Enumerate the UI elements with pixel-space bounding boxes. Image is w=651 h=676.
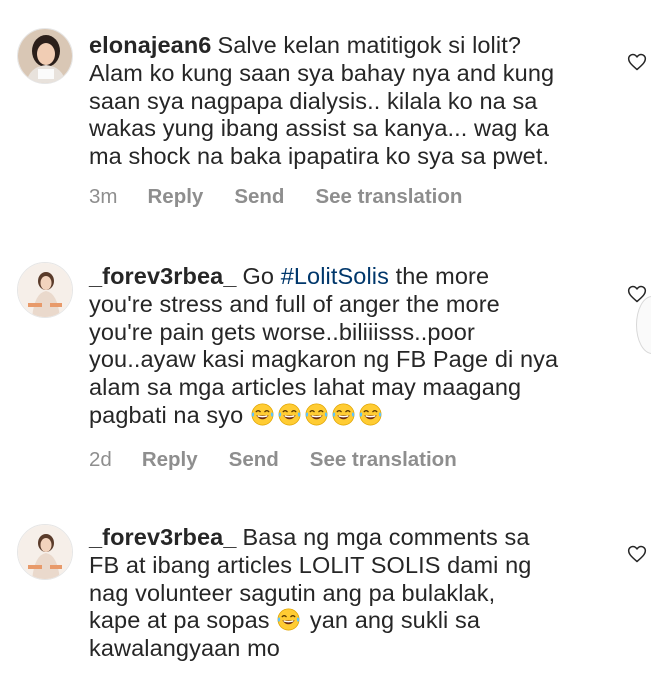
heart-outline-icon[interactable] bbox=[627, 544, 647, 564]
hashtag-link[interactable]: #LolitSolis bbox=[281, 263, 389, 289]
comment-line: kawalangyaan mo bbox=[89, 635, 280, 662]
comment-line: kape at pa sopas bbox=[89, 607, 270, 634]
avatar[interactable] bbox=[17, 262, 73, 318]
avatar[interactable] bbox=[17, 524, 73, 580]
avatar-image bbox=[18, 29, 72, 83]
comment-line: ma shock na baka ipapatira ko sya sa pwe… bbox=[89, 143, 550, 170]
comment-line: FB at ibang articles LOLIT SOLIS dami ng bbox=[89, 551, 532, 578]
avatar-image bbox=[18, 525, 72, 579]
laughing-tears-emoji bbox=[251, 403, 274, 426]
reply-button[interactable]: Reply bbox=[147, 185, 203, 209]
see-translation-button[interactable]: See translation bbox=[315, 185, 462, 209]
comment-text: _forev3rbea_ Basa ng mga comments sa FB a… bbox=[89, 524, 609, 663]
heart-outline-icon[interactable] bbox=[627, 52, 647, 72]
send-button[interactable]: Send bbox=[229, 448, 279, 472]
laughing-tears-emoji bbox=[359, 403, 382, 426]
comment-text: _forev3rbea_ Go #LolitSolis the more you'… bbox=[89, 263, 609, 430]
comment-line: yan ang sukli sa bbox=[309, 607, 480, 634]
see-translation-button[interactable]: See translation bbox=[310, 448, 457, 472]
comment-line: you're stress and full of anger the more bbox=[89, 290, 500, 317]
username[interactable]: elonajean6 bbox=[89, 32, 211, 58]
comment-line: you're pain gets worse..biliiisss..poor bbox=[89, 318, 475, 345]
timestamp: 3m bbox=[89, 185, 118, 208]
avatar[interactable] bbox=[17, 28, 73, 84]
emoji-row bbox=[250, 402, 385, 428]
username[interactable]: _forev3rbea_ bbox=[89, 263, 237, 289]
comment-line: Salve kelan matitigok si lolit? bbox=[217, 32, 522, 58]
comment-line: you..ayaw kasi magkaron ng FB Page di ny… bbox=[89, 346, 559, 373]
comment-line: saan sya nagpapa dialysis.. kilala ko na… bbox=[89, 87, 538, 114]
comment-line: Basa ng mga comments sa bbox=[242, 524, 530, 550]
send-button[interactable]: Send bbox=[234, 185, 284, 209]
comment-line: nag volunteer sagutin ang pa bulaklak, bbox=[89, 579, 496, 606]
timestamp: 2d bbox=[89, 448, 112, 471]
scroll-right-arrow[interactable] bbox=[636, 296, 651, 354]
avatar-image bbox=[18, 263, 72, 317]
comment-line: alam sa mga articles lahat may maagang bbox=[89, 374, 522, 401]
username[interactable]: _forev3rbea_ bbox=[89, 524, 237, 550]
laughing-tears-emoji bbox=[277, 608, 300, 631]
laughing-tears-emoji bbox=[305, 403, 328, 426]
comment-line: pagbati na syo bbox=[89, 401, 244, 428]
laughing-tears-emoji bbox=[278, 403, 301, 426]
comment-meta: 2d Reply Send See translation bbox=[89, 448, 457, 472]
reply-button[interactable]: Reply bbox=[142, 448, 198, 472]
comment-text-start: Go bbox=[242, 263, 275, 289]
laughing-tears-emoji bbox=[332, 403, 355, 426]
comment-meta: 3m Reply Send See translation bbox=[89, 185, 462, 209]
comment-line: Alam ko kung saan sya bahay nya and kung bbox=[89, 59, 555, 86]
comment-line: wakas yung ibang assist sa kanya... wag … bbox=[89, 115, 550, 142]
comment-text: elonajean6 Salve kelan matitigok si lolit… bbox=[89, 32, 609, 171]
comment-text-rest: the more bbox=[395, 263, 490, 289]
